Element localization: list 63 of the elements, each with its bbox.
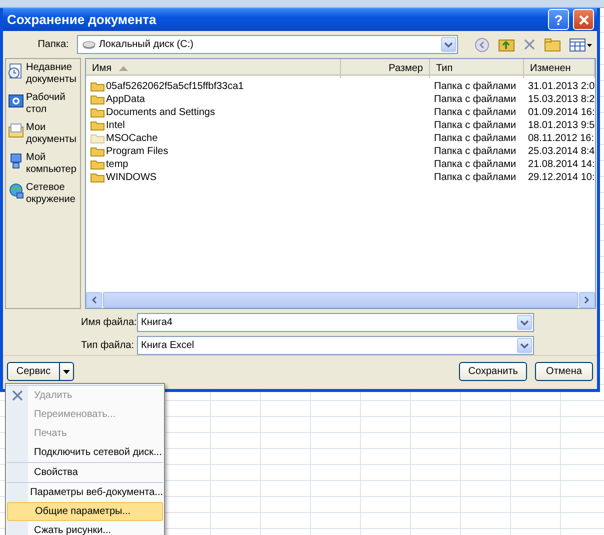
file-type: Папка с файлами [433, 145, 518, 158]
window-title: Сохранение документа [7, 10, 158, 29]
documents-folder-icon [7, 122, 25, 140]
folder-label: Папка: [36, 38, 70, 52]
column-header[interactable]: Имя [86, 59, 341, 78]
menu-item[interactable]: Подключить сетевой диск... [7, 443, 163, 462]
sidebar-item[interactable]: Мой компьютер [6, 151, 80, 177]
file-name[interactable]: Documents and Settings [86, 106, 341, 119]
menu-item[interactable]: Сжать рисунки... [7, 521, 163, 535]
scroll-right-icon[interactable] [578, 292, 595, 308]
sidebar-item[interactable]: Рабочий стол [6, 91, 80, 117]
file-modified: 18.01.2013 9:5 [527, 119, 595, 132]
file-type: Папка с файлами [433, 106, 518, 119]
close-button[interactable] [573, 9, 594, 30]
file-type: Папка с файлами [433, 132, 518, 145]
file-name[interactable]: MSOCache [86, 132, 341, 145]
views-icon[interactable] [569, 38, 593, 52]
help-button[interactable]: ? [548, 9, 569, 30]
drive-icon [82, 40, 96, 50]
cancel-button[interactable]: Отмена [535, 362, 593, 381]
column-header[interactable]: Размер [341, 59, 430, 78]
file-type: Папка с файлами [433, 119, 518, 132]
file-type: Папка с файлами [433, 171, 518, 184]
file-type: Папка с файлами [433, 80, 518, 93]
file-name[interactable]: 05af5262062f5a5cf15ffbf33ca1 [86, 80, 341, 93]
column-header[interactable]: Изменен [524, 59, 595, 78]
network-globe-icon [7, 182, 25, 200]
folder-value: Локальный диск (C:) [98, 38, 194, 52]
menu-item[interactable]: Параметры веб-документа... [7, 483, 163, 502]
file-modified: 15.03.2013 8:2 [527, 93, 595, 106]
file-modified: 25.03.2014 8:4 [527, 145, 595, 158]
field-label: Имя файла: [81, 316, 137, 330]
file-name[interactable]: temp [86, 158, 341, 171]
back-icon[interactable] [474, 36, 490, 53]
file-modified: 08.11.2012 16: [527, 132, 595, 145]
scroll-left-icon[interactable] [86, 292, 102, 308]
file-modified: 29.12.2014 10: [527, 171, 595, 184]
column-header[interactable]: Тип [430, 59, 524, 78]
menu-item[interactable]: Свойства [7, 463, 163, 482]
delete-icon[interactable] [523, 38, 536, 52]
file-modified: 21.08.2014 14: [527, 158, 595, 171]
up-folder-icon[interactable] [498, 37, 515, 52]
caret-icon [63, 370, 70, 374]
file-name[interactable]: Program Files [86, 145, 341, 158]
field-label: Тип файла: [81, 339, 135, 353]
file-type: Папка с файлами [433, 158, 518, 171]
file-type: Папка с файлами [433, 93, 518, 106]
desktop-icon [7, 92, 25, 110]
menu-item[interactable]: Общие параметры... [7, 502, 163, 521]
filename-field[interactable]: Книга Excel [137, 336, 534, 355]
new-folder-icon[interactable] [544, 38, 561, 52]
save-button[interactable]: Сохранить [459, 362, 527, 381]
file-name[interactable]: AppData [86, 93, 341, 106]
sidebar-item[interactable]: Мои документы [6, 121, 80, 147]
sidebar-item[interactable]: Сетевое окружение [6, 181, 80, 207]
file-name[interactable]: WINDOWS [86, 171, 341, 184]
filename-field[interactable]: Книга4 [137, 313, 534, 332]
sidebar-item[interactable]: Недавние документы [6, 61, 80, 87]
file-modified: 01.09.2014 16: [527, 106, 595, 119]
file-name[interactable]: Intel [86, 119, 341, 132]
file-modified: 31.01.2013 2:0 [527, 80, 595, 93]
close-icon [578, 14, 590, 26]
folder-combo[interactable]: Локальный диск (C:) [76, 35, 458, 54]
